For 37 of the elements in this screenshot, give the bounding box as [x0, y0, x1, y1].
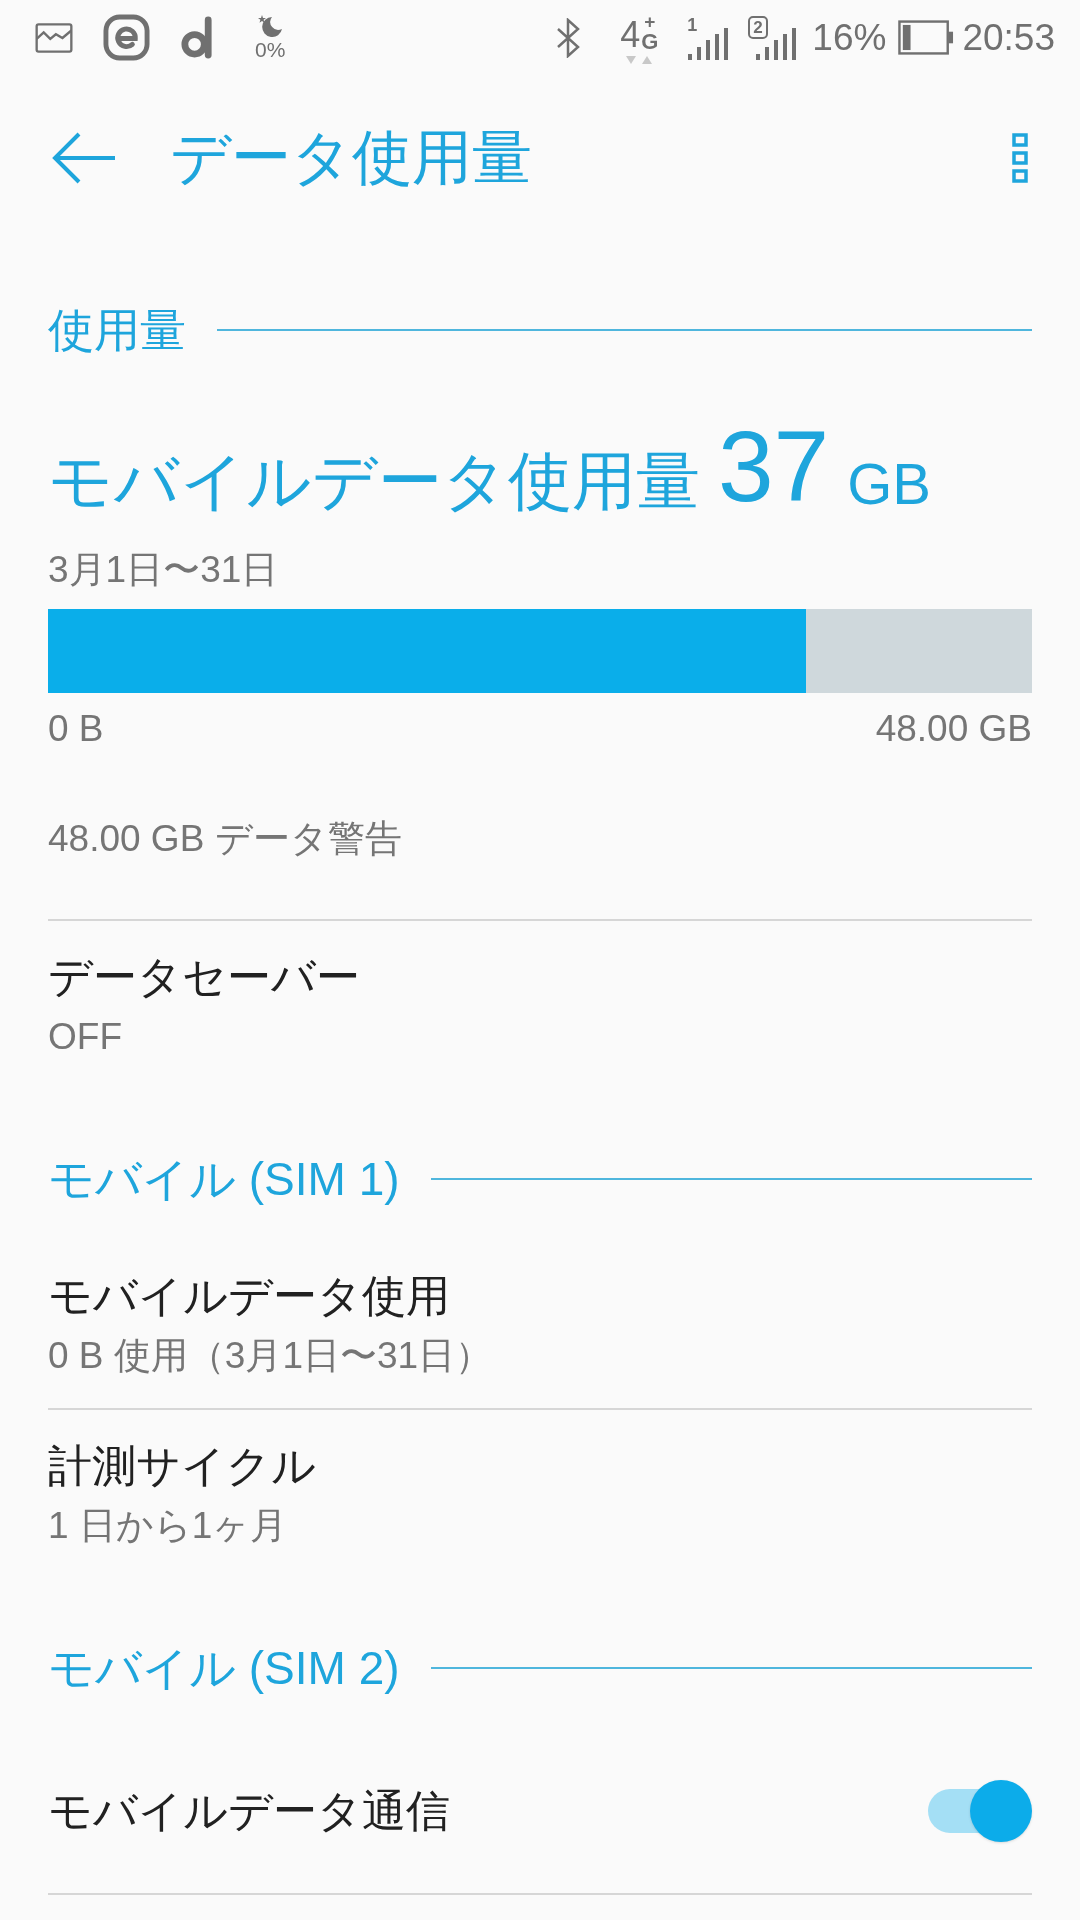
battery-icon [898, 20, 955, 55]
back-button[interactable] [52, 131, 116, 184]
mobile-data-toggle[interactable] [928, 1780, 1032, 1842]
item-summary: 0 B 使用（3月1日〜31日） [48, 1336, 493, 1374]
section-header: 使用量 [48, 307, 186, 353]
bar-min-label: 0 B [48, 709, 104, 747]
network-type-letter: G [641, 30, 659, 53]
moon-and-star-icon [257, 15, 284, 37]
usage-period: 3月1日〜31日 [48, 550, 279, 588]
network-type-digit: 4 [620, 16, 641, 53]
data-saver-item[interactable]: データセーバー OFF [48, 921, 1032, 1089]
more-options-button[interactable] [1010, 131, 1030, 184]
sim-badge: 2 [748, 15, 768, 39]
item-title: 計測サイクル [48, 1444, 316, 1488]
battery-percent-text: 16% [812, 19, 887, 56]
letter-e-logo-icon [103, 14, 150, 61]
network-plus-sign: + [644, 11, 656, 31]
usage-amount: 37 [718, 416, 830, 516]
toolbar-title: データ使用量 [170, 127, 532, 188]
more-options-icon [1012, 132, 1028, 183]
item-title: モバイルデータ使用 [48, 1274, 450, 1318]
dnd-percent-text: 0% [255, 39, 286, 60]
usage-label: モバイルデータ使用量 [48, 449, 700, 513]
bar-max-label: 48.00 GB [875, 709, 1032, 747]
item-summary: OFF [48, 1017, 122, 1055]
letter-d-logo-icon [180, 16, 215, 59]
clock-text: 20:53 [962, 19, 1055, 56]
item-title: データセーバー [48, 955, 360, 999]
settings-item[interactable]: モバイルデータ使用 0 B 使用（3月1日〜31日） [48, 1240, 1032, 1408]
item-title: モバイルデータ通信 [48, 1789, 450, 1833]
usage-unit: GB [847, 455, 932, 513]
data-activity-icon [624, 55, 655, 64]
image-icon [35, 22, 73, 53]
settings-item[interactable]: 計測サイクル 1 日から1ヶ月 [48, 1410, 1032, 1578]
data-warning-text: 48.00 GB データ警告 [48, 819, 402, 857]
sim-label: 1 [687, 15, 698, 34]
item-summary: 1 日から1ヶ月 [48, 1506, 288, 1544]
